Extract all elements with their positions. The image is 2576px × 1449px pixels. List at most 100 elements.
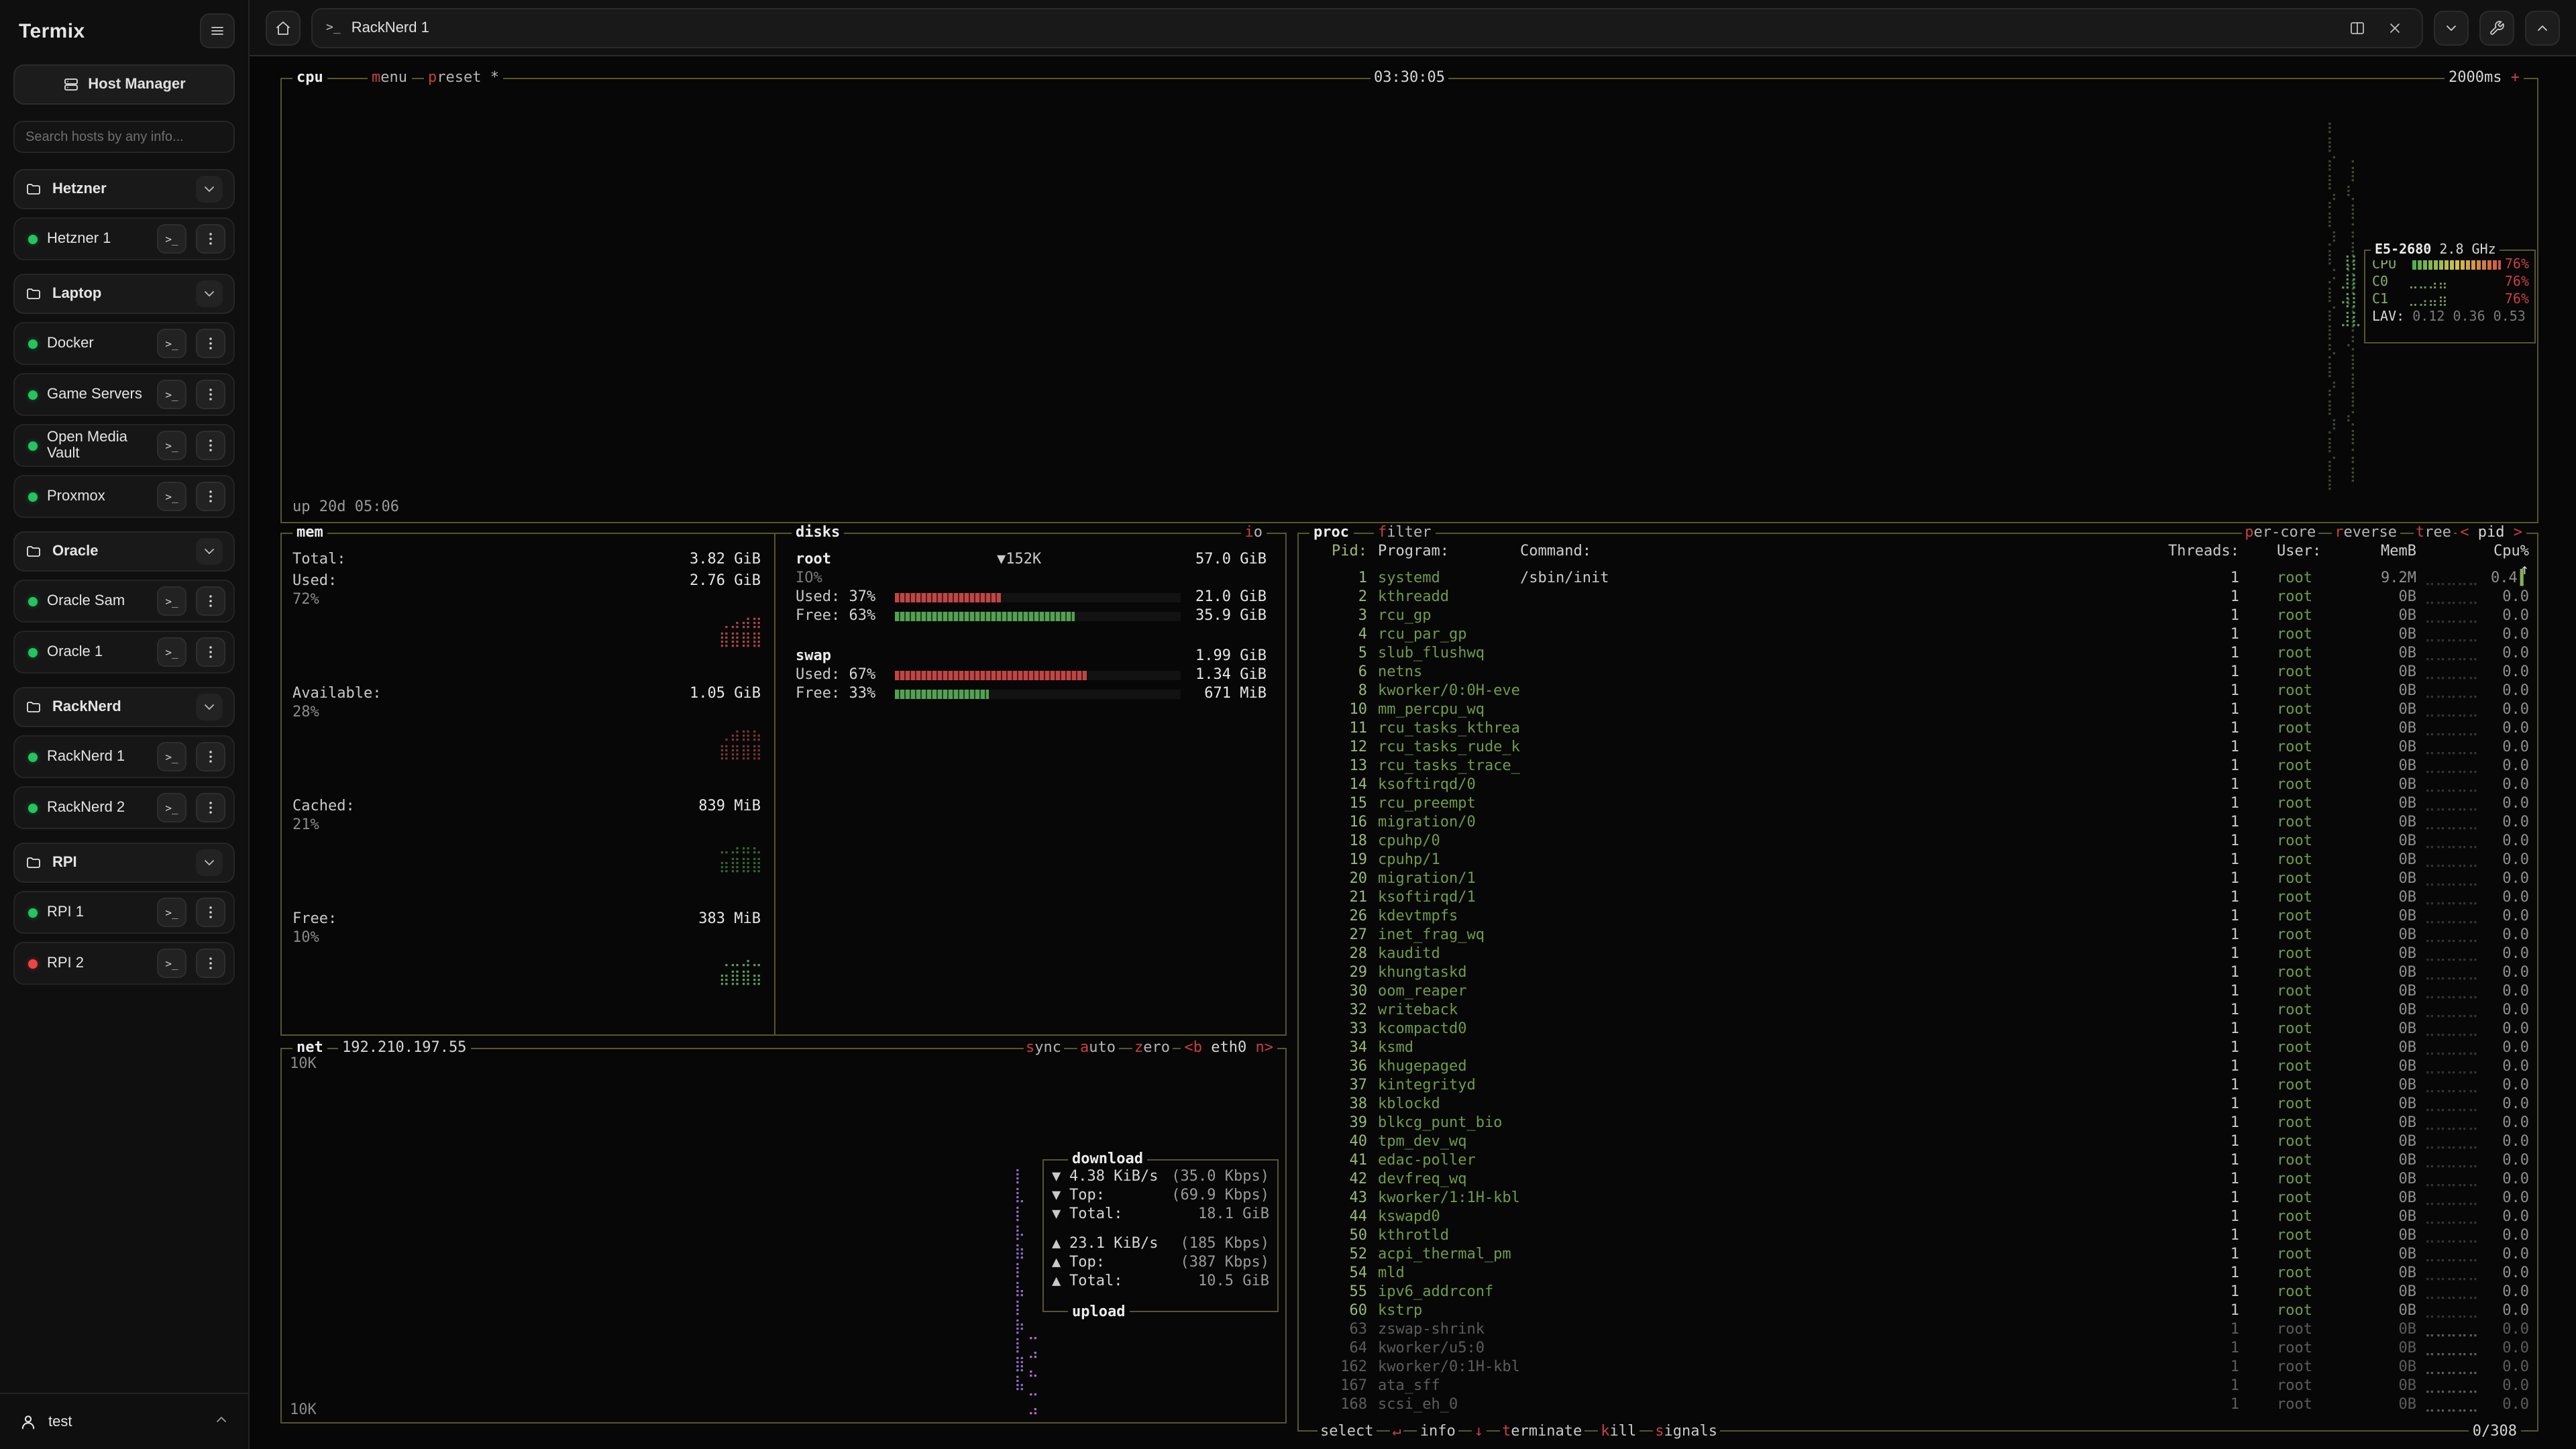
host-item[interactable]: RPI 2 >_ (13, 942, 235, 985)
process-row[interactable]: 42 devfreq_wq 1 root 0B ⣀⣀⣀⣀⣀ 0.0 (1301, 1170, 2534, 1189)
host-menu-button[interactable] (196, 586, 225, 616)
host-menu-button[interactable] (196, 431, 225, 460)
process-row[interactable]: 28 kauditd 1 root 0B ⣀⣀⣀⣀⣀ 0.0 (1301, 945, 2534, 963)
process-row[interactable]: 44 kswapd0 1 root 0B ⣀⣀⣀⣀⣀ 0.0 (1301, 1208, 2534, 1226)
refresh-plus-button[interactable]: + (2511, 68, 2520, 86)
process-row[interactable]: 32 writeback 1 root 0B ⣀⣀⣀⣀⣀ 0.0 (1301, 1001, 2534, 1020)
refresh-rate[interactable]: 2000ms + (2445, 68, 2524, 87)
proc-option-tree[interactable]: tree (2413, 523, 2454, 542)
sidebar-menu-button[interactable] (200, 13, 235, 48)
menu-button[interactable]: menu (368, 68, 411, 87)
host-item[interactable]: RackNerd 1 >_ (13, 735, 235, 778)
process-row[interactable]: 50 kthrotld 1 root 0B ⣀⣀⣀⣀⣀ 0.0 (1301, 1226, 2534, 1245)
proc-footer-signals[interactable]: signals (1652, 1422, 1720, 1441)
collapse-button[interactable] (2525, 10, 2560, 45)
host-menu-button[interactable] (196, 482, 225, 511)
net-toggle-zero[interactable]: zero (1132, 1038, 1173, 1057)
proc-footer-info[interactable]: info (1417, 1422, 1458, 1441)
host-item[interactable]: Hetzner 1 >_ (13, 217, 235, 260)
process-row[interactable]: 167 ata_sff 1 root 0B ⣀⣀⣀⣀⣀ 0.0 (1301, 1377, 2534, 1395)
process-row[interactable]: 34 ksmd 1 root 0B ⣀⣀⣀⣀⣀ 0.0 (1301, 1038, 2534, 1057)
connect-terminal-button[interactable]: >_ (157, 380, 186, 409)
group-chevron-button[interactable] (196, 694, 223, 720)
connect-terminal-button[interactable]: >_ (157, 637, 186, 667)
tools-button[interactable] (2479, 10, 2514, 45)
col-command[interactable]: Command: (1520, 542, 2105, 561)
host-item[interactable]: Oracle 1 >_ (13, 631, 235, 674)
net-toggle-auto[interactable]: auto (1077, 1038, 1118, 1057)
process-row[interactable]: 30 oom_reaper 1 root 0B ⣀⣀⣀⣀⣀ 0.0 (1301, 982, 2534, 1001)
sidebar-group[interactable]: Hetzner (13, 169, 235, 209)
tab-close-button[interactable] (2381, 14, 2408, 41)
col-user[interactable]: User: (2239, 542, 2363, 561)
process-row[interactable]: 10 mm_percpu_wq 1 root 0B ⣀⣀⣀⣀⣀ 0.0 (1301, 700, 2534, 719)
host-item[interactable]: RackNerd 2 >_ (13, 786, 235, 829)
split-view-button[interactable] (2344, 14, 2371, 41)
host-menu-button[interactable] (196, 637, 225, 667)
proc-footer-terminate[interactable]: terminate (1499, 1422, 1585, 1441)
process-row[interactable]: 12 rcu_tasks_rude_k 1 root 0B ⣀⣀⣀⣀⣀ 0.0 (1301, 738, 2534, 757)
preset-button[interactable]: preset * (424, 68, 503, 87)
process-row[interactable]: 29 khungtaskd 1 root 0B ⣀⣀⣀⣀⣀ 0.0 (1301, 963, 2534, 982)
proc-footer-kill[interactable]: kill (1598, 1422, 1639, 1441)
process-row[interactable]: 55 ipv6_addrconf 1 root 0B ⣀⣀⣀⣀⣀ 0.0 (1301, 1283, 2534, 1301)
connect-terminal-button[interactable]: >_ (157, 586, 186, 616)
col-cpu[interactable]: Cpu% ↑ (2486, 542, 2534, 561)
col-pid[interactable]: Pid: (1301, 542, 1367, 561)
process-row[interactable]: 162 kworker/0:1H-kbl 1 root 0B ⣀⣀⣀⣀⣀ 0.0 (1301, 1358, 2534, 1377)
net-interface[interactable]: <b eth0 n> (1181, 1038, 1278, 1057)
proc-footer-↓[interactable]: ↓ (1472, 1422, 1486, 1441)
group-chevron-button[interactable] (196, 176, 223, 203)
process-row[interactable]: 18 cpuhp/0 1 root 0B ⣀⣀⣀⣀⣀ 0.0 (1301, 832, 2534, 851)
iface-prev-button[interactable]: <b (1185, 1038, 1203, 1056)
home-button[interactable] (266, 10, 301, 45)
process-row[interactable]: 26 kdevtmpfs 1 root 0B ⣀⣀⣀⣀⣀ 0.0 (1301, 907, 2534, 926)
process-row[interactable]: 20 migration/1 1 root 0B ⣀⣀⣀⣀⣀ 0.0 (1301, 869, 2534, 888)
host-menu-button[interactable] (196, 793, 225, 822)
iface-next-button[interactable]: n> (1256, 1038, 1274, 1056)
process-row[interactable]: 16 migration/0 1 root 0B ⣀⣀⣀⣀⣀ 0.0 (1301, 813, 2534, 832)
filter-button[interactable]: filter (1374, 523, 1436, 542)
host-menu-button[interactable] (196, 329, 225, 358)
process-row[interactable]: 37 kintegrityd 1 root 0B ⣀⣀⣀⣀⣀ 0.0 (1301, 1076, 2534, 1095)
process-row[interactable]: 41 edac-poller 1 root 0B ⣀⣀⣀⣀⣀ 0.0 (1301, 1151, 2534, 1170)
user-footer[interactable]: test (0, 1393, 248, 1449)
host-item[interactable]: Game Servers >_ (13, 373, 235, 416)
tab-list-button[interactable] (2434, 10, 2469, 45)
host-item[interactable]: Proxmox >_ (13, 475, 235, 518)
terminal[interactable]: cpu menu preset * 03:30:05 2000ms + ⡆ ⡇ … (250, 56, 2576, 1449)
connect-terminal-button[interactable]: >_ (157, 949, 186, 978)
host-menu-button[interactable] (196, 949, 225, 978)
proc-option-per-core[interactable]: per-core (2242, 523, 2318, 542)
process-row[interactable]: 3 rcu_gp 1 root 0B ⣀⣀⣀⣀⣀ 0.0 (1301, 606, 2534, 625)
process-row[interactable]: 2 kthreadd 1 root 0B ⣀⣀⣀⣀⣀ 0.0 (1301, 588, 2534, 606)
host-menu-button[interactable] (196, 224, 225, 254)
process-row[interactable]: 40 tpm_dev_wq 1 root 0B ⣀⣀⣀⣀⣀ 0.0 (1301, 1132, 2534, 1151)
sidebar-group[interactable]: Oracle (13, 531, 235, 572)
process-row[interactable]: 52 acpi_thermal_pm 1 root 0B ⣀⣀⣀⣀⣀ 0.0 (1301, 1245, 2534, 1264)
process-row[interactable]: 54 mld 1 root 0B ⣀⣀⣀⣀⣀ 0.0 (1301, 1264, 2534, 1283)
process-row[interactable]: 14 ksoftirqd/0 1 root 0B ⣀⣀⣀⣀⣀ 0.0 (1301, 775, 2534, 794)
process-row[interactable]: 64 kworker/u5:0 1 root 0B ⣀⣀⣀⣀⣀ 0.0 (1301, 1339, 2534, 1358)
group-chevron-button[interactable] (196, 280, 223, 307)
connect-terminal-button[interactable]: >_ (157, 482, 186, 511)
host-item[interactable]: Open Media Vault >_ (13, 424, 235, 467)
pid-sort-nav[interactable]: < pid > (2456, 523, 2526, 542)
group-chevron-button[interactable] (196, 849, 223, 876)
connect-terminal-button[interactable]: >_ (157, 793, 186, 822)
pid-next-button[interactable]: > (2514, 523, 2522, 541)
proc-footer-↵[interactable]: ↵ (1390, 1422, 1404, 1441)
sidebar-group[interactable]: RackNerd (13, 687, 235, 727)
group-chevron-button[interactable] (196, 538, 223, 565)
process-row[interactable]: 39 blkcg_punt_bio 1 root 0B ⣀⣀⣀⣀⣀ 0.0 (1301, 1114, 2534, 1132)
connect-terminal-button[interactable]: >_ (157, 329, 186, 358)
host-menu-button[interactable] (196, 380, 225, 409)
process-row[interactable]: 6 netns 1 root 0B ⣀⣀⣀⣀⣀ 0.0 (1301, 663, 2534, 682)
host-manager-button[interactable]: Host Manager (13, 64, 235, 105)
sidebar-group[interactable]: Laptop (13, 274, 235, 314)
process-row[interactable]: 1 systemd /sbin/init 1 root 9.2M ⣀⣀⣀⣀⣀ 0… (1301, 569, 2534, 588)
host-menu-button[interactable] (196, 898, 225, 927)
host-menu-button[interactable] (196, 742, 225, 771)
col-threads[interactable]: Threads: (2105, 542, 2239, 561)
process-row[interactable]: 38 kblockd 1 root 0B ⣀⣀⣀⣀⣀ 0.0 (1301, 1095, 2534, 1114)
